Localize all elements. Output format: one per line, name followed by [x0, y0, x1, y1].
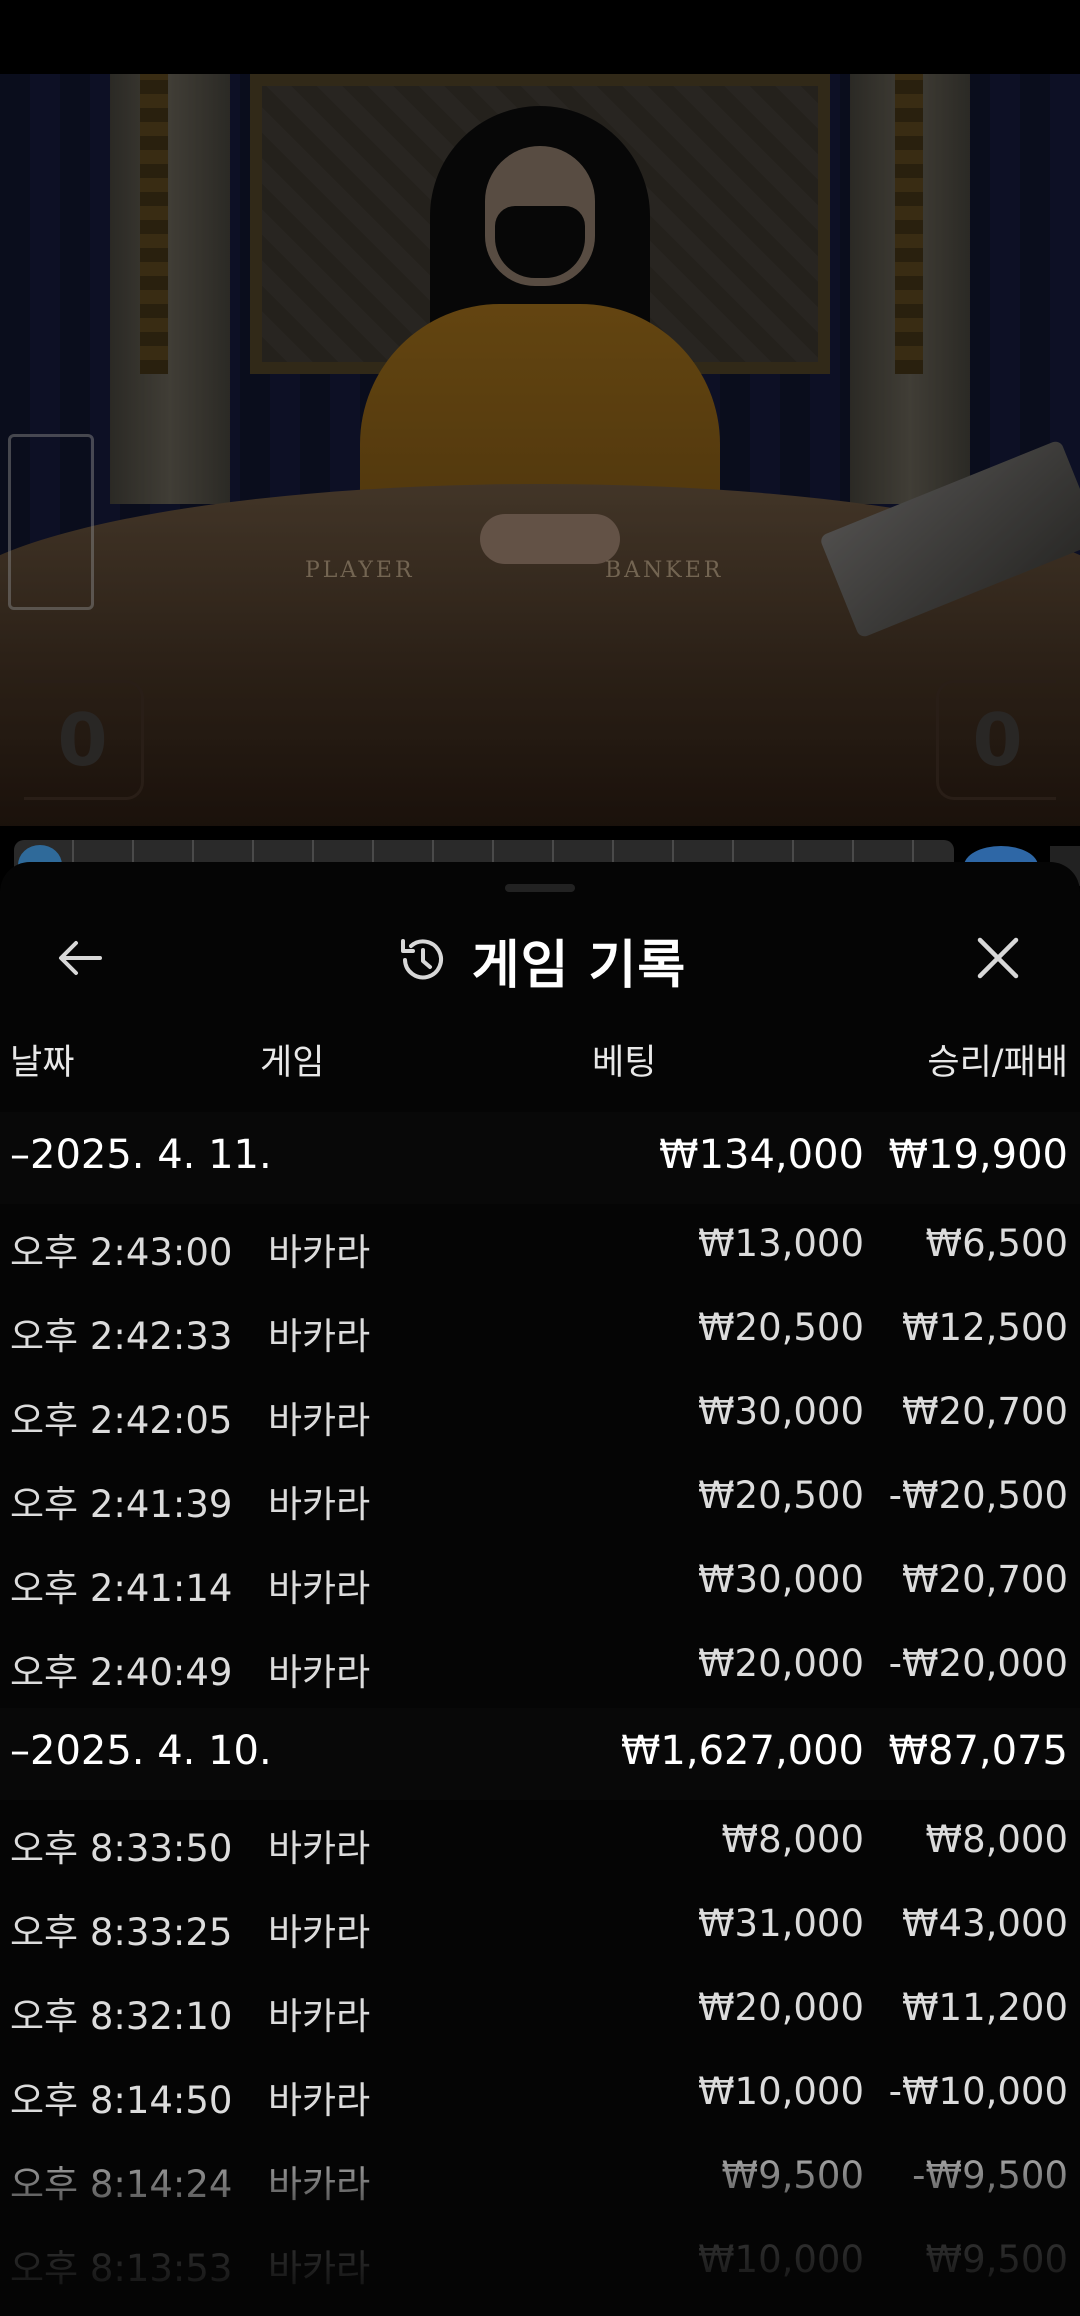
- row-game: 바카라: [268, 1911, 371, 1954]
- row-game: 바카라: [268, 2163, 371, 2206]
- history-row[interactable]: 오후 2:40:49 바카라 ₩20,000 -₩20,000: [0, 1624, 1080, 1708]
- history-row[interactable]: 오후 2:42:33 바카라 ₩20,500 ₩12,500: [0, 1288, 1080, 1372]
- row-bet: ₩20,000: [697, 1642, 864, 1685]
- group-result-total: ₩87,075: [888, 1728, 1068, 1774]
- column-header-bet: 베팅: [592, 1043, 657, 1083]
- row-time: 오후 8:32:10: [10, 1995, 233, 2038]
- column-header-game: 게임: [260, 1043, 325, 1083]
- group-result-total: ₩19,900: [888, 1132, 1068, 1178]
- row-result: ₩9,500: [925, 2238, 1068, 2281]
- row-result: ₩20,700: [901, 1558, 1068, 1601]
- row-time: 오후 8:33:50: [10, 1827, 233, 1870]
- status-bar: [0, 0, 1080, 74]
- row-game: 바카라: [268, 1399, 371, 1442]
- date-group-header[interactable]: –2025. 4. 10. ₩1,627,000 ₩87,075: [0, 1708, 1080, 1800]
- row-result: ₩8,000: [925, 1818, 1068, 1861]
- row-bet: ₩10,000: [697, 2070, 864, 2113]
- row-time: 오후 2:42:05: [10, 1399, 233, 1442]
- live-dealer-video[interactable]: PLAYER BANKER 0 0: [0, 74, 1080, 826]
- row-time: 오후 8:33:25: [10, 1911, 233, 1954]
- history-row[interactable]: 오후 8:33:25 바카라 ₩31,000 ₩43,000: [0, 1884, 1080, 1968]
- sheet-header: 게임 기록: [0, 920, 1080, 1000]
- row-result: ₩20,700: [901, 1390, 1068, 1433]
- row-bet: ₩9,500: [721, 2154, 864, 2197]
- group-date: –2025. 4. 10.: [10, 1728, 272, 1774]
- history-row[interactable]: 오후 2:43:00 바카라 ₩13,000 ₩6,500: [0, 1204, 1080, 1288]
- row-time: 오후 8:14:24: [10, 2163, 233, 2206]
- row-result: ₩11,200: [901, 1986, 1068, 2029]
- row-bet: ₩20,500: [697, 1474, 864, 1517]
- row-bet: ₩20,500: [697, 1306, 864, 1349]
- row-game: 바카라: [268, 1651, 371, 1694]
- history-row[interactable]: 오후 8:14:50 바카라 ₩10,000 -₩10,000: [0, 2052, 1080, 2136]
- row-bet: ₩31,000: [697, 1902, 864, 1945]
- row-time: 오후 8:14:50: [10, 2079, 233, 2122]
- sheet-title: 게임 기록: [471, 935, 687, 996]
- row-game: 바카라: [268, 1483, 371, 1526]
- row-game: 바카라: [268, 1827, 371, 1870]
- row-time: 오후 2:43:00: [10, 1231, 233, 1274]
- row-result: ₩6,500: [925, 1222, 1068, 1265]
- group-bet-total: ₩134,000: [659, 1132, 864, 1178]
- history-icon: [394, 932, 450, 988]
- row-bet: ₩13,000: [697, 1222, 864, 1265]
- row-bet: ₩20,000: [697, 1986, 864, 2029]
- row-game: 바카라: [268, 2247, 371, 2290]
- column-headers: 날짜 게임 베팅 승리/패배: [0, 1034, 1080, 1084]
- group-date: –2025. 4. 11.: [10, 1132, 272, 1178]
- row-result: -₩20,500: [888, 1474, 1068, 1517]
- row-time: 오후 2:42:33: [10, 1315, 233, 1358]
- row-result: -₩9,500: [912, 2154, 1068, 2197]
- row-time: 오후 2:40:49: [10, 1651, 233, 1694]
- history-row[interactable]: 오후 8:33:50 바카라 ₩8,000 ₩8,000: [0, 1800, 1080, 1884]
- row-time: 오후 2:41:39: [10, 1483, 233, 1526]
- row-result: ₩43,000: [901, 1902, 1068, 1945]
- row-game: 바카라: [268, 1567, 371, 1610]
- game-history-sheet: 게임 기록 날짜 게임 베팅 승리/패배 –2025. 4. 11. ₩134,…: [0, 862, 1080, 2316]
- row-result: -₩10,000: [888, 2070, 1068, 2113]
- history-row[interactable]: 오후 8:14:24 바카라 ₩9,500 -₩9,500: [0, 2136, 1080, 2220]
- group-bet-total: ₩1,627,000: [620, 1728, 864, 1774]
- close-icon: [977, 937, 1019, 979]
- row-game: 바카라: [268, 2079, 371, 2122]
- row-bet: ₩30,000: [697, 1390, 864, 1433]
- sheet-drag-handle[interactable]: [505, 884, 575, 892]
- column-header-result: 승리/패배: [927, 1043, 1068, 1083]
- row-bet: ₩8,000: [721, 1818, 864, 1861]
- column-header-date: 날짜: [10, 1043, 75, 1083]
- history-row[interactable]: 오후 8:32:10 바카라 ₩20,000 ₩11,200: [0, 1968, 1080, 2052]
- row-time: 오후 8:13:53: [10, 2247, 233, 2290]
- row-bet: ₩30,000: [697, 1558, 864, 1601]
- history-list: –2025. 4. 11. ₩134,000 ₩19,900 오후 2:43:0…: [0, 1112, 1080, 2304]
- history-row[interactable]: 오후 2:41:14 바카라 ₩30,000 ₩20,700: [0, 1540, 1080, 1624]
- history-row[interactable]: 오후 2:41:39 바카라 ₩20,500 -₩20,500: [0, 1456, 1080, 1540]
- row-result: -₩20,000: [888, 1642, 1068, 1685]
- row-time: 오후 2:41:14: [10, 1567, 233, 1610]
- date-group-header[interactable]: –2025. 4. 11. ₩134,000 ₩19,900: [0, 1112, 1080, 1204]
- row-bet: ₩10,000: [697, 2238, 864, 2281]
- row-game: 바카라: [268, 1995, 371, 2038]
- video-dim-overlay: [0, 74, 1080, 826]
- row-result: ₩12,500: [901, 1306, 1068, 1349]
- row-game: 바카라: [268, 1231, 371, 1274]
- close-button[interactable]: [966, 926, 1030, 990]
- history-row[interactable]: 오후 8:13:53 바카라 ₩10,000 ₩9,500: [0, 2220, 1080, 2304]
- history-row[interactable]: 오후 2:42:05 바카라 ₩30,000 ₩20,700: [0, 1372, 1080, 1456]
- row-game: 바카라: [268, 1315, 371, 1358]
